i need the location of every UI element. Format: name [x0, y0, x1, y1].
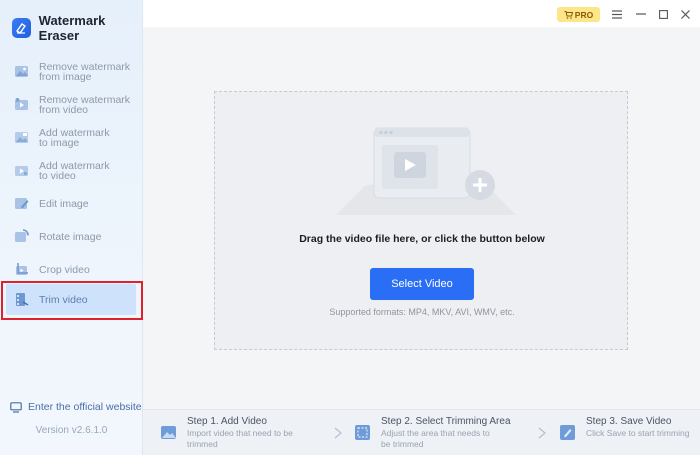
sidebar-item-remove-watermark-video[interactable]: Remove watermark from video [6, 89, 136, 120]
sidebar-item-edit-image[interactable]: Edit image [6, 188, 136, 219]
save-video-step-icon [560, 425, 575, 440]
version-label: Version v2.6.1.0 [35, 425, 108, 436]
step-2: Step 2. Select Trimming Area Adjust the … [354, 415, 511, 450]
supported-formats: Supported formats: MP4, MKV, AVI, WMV, e… [329, 307, 515, 317]
maximize-button[interactable] [657, 8, 669, 20]
edit-image-icon [15, 198, 29, 209]
sidebar-item-rotate-image[interactable]: Rotate image [6, 221, 136, 252]
step-3: Step 3. Save Video Click Save to start t… [559, 415, 700, 441]
minimize-button[interactable] [635, 8, 647, 20]
close-icon [680, 9, 690, 19]
step-description: Adjust the area that needs to be trimmed [381, 428, 490, 449]
close-button[interactable] [679, 8, 691, 20]
select-area-step-icon [355, 425, 370, 440]
monitor-icon [10, 401, 22, 413]
steps-bar: Step 1. Add Video Import video that need… [143, 409, 700, 455]
sidebar-item-label: Rotate image [39, 230, 102, 243]
image-add-icon [15, 132, 28, 143]
image-remove-icon [15, 66, 28, 77]
chevron-right-icon [538, 427, 546, 439]
sidebar: Watermark Eraser Remove watermark from im… [0, 0, 143, 455]
minimize-icon [636, 13, 646, 15]
step-title: Step 3. Save Video [586, 416, 672, 427]
official-website-link[interactable]: Enter the official website [10, 401, 142, 413]
video-add-icon [15, 166, 28, 176]
add-video-step-icon [161, 426, 176, 439]
official-website-label: Enter the official website [28, 401, 142, 413]
chevron-right-icon [334, 427, 342, 439]
step-title: Step 1. Add Video [187, 416, 267, 427]
step-title: Step 2. Select Trimming Area [381, 416, 511, 427]
video-dropzone[interactable]: Drag the video file here, or click the b… [214, 91, 628, 350]
step-description: Click Save to start trimming [586, 428, 690, 438]
sidebar-item-label-2: from image [39, 70, 92, 83]
select-video-button[interactable]: Select Video [370, 268, 474, 300]
pro-button[interactable]: PRO [557, 7, 600, 22]
sidebar-item-add-watermark-image[interactable]: Add watermark to image [6, 122, 136, 153]
step-description: Import video that need to be trimmed [187, 428, 293, 449]
crop-video-icon [16, 263, 28, 275]
sidebar-item-label: Crop video [39, 263, 90, 276]
step-1: Step 1. Add Video Import video that need… [160, 415, 307, 450]
sidebar-item-label: Edit image [39, 197, 89, 210]
sidebar-item-add-watermark-video[interactable]: Add watermark to video [6, 155, 136, 186]
app-title: Watermark Eraser [38, 13, 106, 43]
rotate-image-icon [15, 229, 29, 242]
menu-button[interactable] [611, 8, 623, 20]
app-logo: Watermark Eraser [12, 13, 142, 43]
cart-icon [564, 10, 573, 19]
pro-label: PRO [574, 9, 594, 20]
hamburger-menu-icon [612, 9, 622, 19]
video-remove-icon [15, 98, 28, 110]
sidebar-item-label-2: from video [39, 103, 89, 116]
eraser-logo-icon [12, 18, 31, 38]
sidebar-item-label-2: to image [39, 136, 80, 149]
sidebar-item-remove-watermark-image[interactable]: Remove watermark from image [6, 56, 136, 87]
maximize-icon [658, 9, 668, 19]
video-upload-illustration [336, 127, 516, 215]
drag-instruction: Drag the video file here, or click the b… [299, 233, 545, 245]
sidebar-item-label-2: to video [39, 169, 76, 182]
highlight-frame [1, 281, 143, 320]
